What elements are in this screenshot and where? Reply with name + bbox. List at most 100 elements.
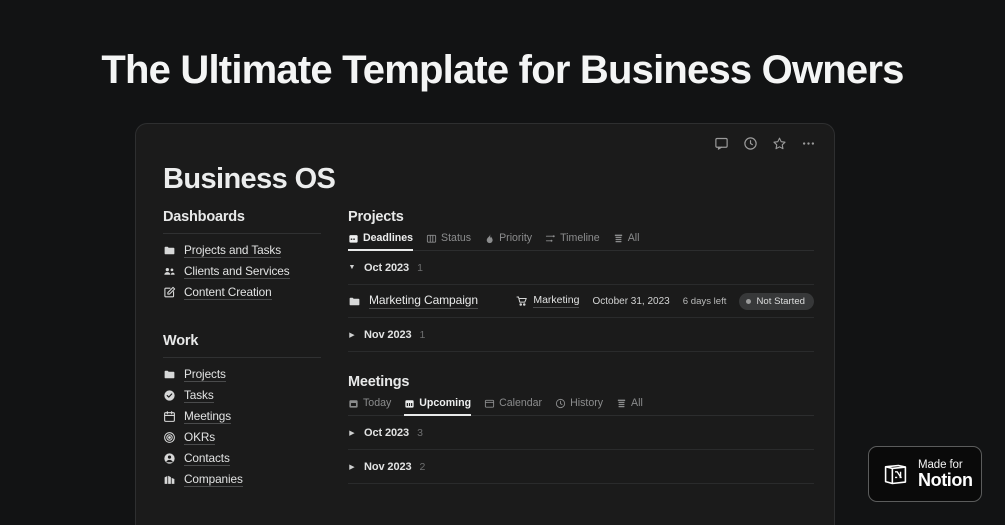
chevron-right-icon: ▶ — [349, 463, 355, 471]
meetings-view-tabs: Today Upcoming Calendar History All — [348, 397, 814, 416]
notion-window: Business OS Dashboards Projects and Task… — [135, 123, 835, 525]
group-label: Oct 2023 — [364, 426, 410, 439]
window-content: Dashboards Projects and Tasks Clients an… — [136, 209, 834, 506]
window-toolbar — [713, 135, 816, 151]
tab-label: Calendar — [499, 397, 543, 409]
sidebar-group-work: Work Projects Tasks Meetings OKRs Contac… — [163, 333, 336, 490]
timeline-icon — [545, 233, 556, 244]
sidebar-heading-dashboards: Dashboards — [163, 209, 245, 225]
sidebar-item-projects-and-tasks[interactable]: Projects and Tasks — [163, 240, 336, 261]
check-circle-icon — [163, 389, 176, 402]
folder-icon — [348, 295, 361, 308]
tab-timeline[interactable]: Timeline — [545, 232, 600, 251]
group-label: Nov 2023 — [364, 460, 412, 473]
tab-label: History — [570, 397, 604, 409]
project-name: Marketing Campaign — [369, 293, 478, 309]
notion-logo-icon — [882, 461, 909, 488]
sidebar-heading-work: Work — [163, 333, 199, 349]
meetings-title: Meetings — [348, 374, 410, 390]
badge-line-1: Made for — [918, 458, 963, 471]
list-icon — [616, 398, 627, 409]
tab-deadlines[interactable]: Deadlines — [348, 232, 414, 251]
sidebar-item-label: Projects — [184, 367, 226, 382]
sidebar-item-label: Content Creation — [184, 285, 272, 300]
building-icon — [163, 473, 176, 486]
sidebar-item-projects[interactable]: Projects — [163, 364, 336, 385]
folder-icon — [163, 244, 176, 257]
row-meta: Marketing October 31, 2023 6 days left N… — [515, 292, 814, 310]
group-label: Nov 2023 — [364, 328, 412, 341]
sidebar-item-label: Tasks — [184, 388, 214, 403]
status-label: Not Started — [756, 295, 805, 307]
comment-icon[interactable] — [713, 135, 729, 151]
projects-database: Projects Deadlines Status Priority Timel… — [348, 209, 814, 352]
more-options-icon[interactable] — [800, 135, 816, 151]
main-column: Projects Deadlines Status Priority Timel… — [348, 209, 834, 506]
group-count: 3 — [417, 426, 423, 439]
group-row-oct-2023[interactable]: ▼ Oct 2023 1 — [348, 251, 814, 285]
group-count: 1 — [419, 328, 426, 341]
pencil-square-icon — [163, 286, 176, 299]
tab-all[interactable]: All — [613, 232, 640, 251]
page-root: The Ultimate Template for Business Owner… — [0, 0, 1005, 525]
tab-label: Timeline — [560, 232, 600, 244]
people-icon — [163, 265, 176, 278]
group-count: 1 — [417, 261, 423, 274]
cart-icon — [515, 295, 528, 307]
tab-all[interactable]: All — [616, 397, 643, 416]
tab-status[interactable]: Status — [426, 232, 471, 251]
group-row-nov-2023[interactable]: ▶ Nov 2023 1 — [348, 318, 814, 352]
calendar-today-icon — [348, 398, 359, 409]
meetings-database: Meetings Today Upcoming Calendar History… — [348, 374, 814, 484]
tab-label: Today — [363, 397, 392, 409]
table-row[interactable]: Marketing Campaign Marketing October 31,… — [348, 285, 814, 318]
sidebar-item-okrs[interactable]: OKRs — [163, 427, 336, 448]
target-icon — [163, 431, 176, 444]
tab-calendar[interactable]: Calendar — [484, 397, 542, 416]
tab-today[interactable]: Today — [348, 397, 391, 416]
chevron-down-icon: ▼ — [348, 264, 356, 271]
sidebar-item-label: Companies — [184, 472, 243, 487]
chevron-right-icon: ▶ — [349, 331, 355, 339]
group-count: 2 — [419, 460, 426, 473]
page-headline: The Ultimate Template for Business Owner… — [101, 48, 904, 92]
sidebar-group-dashboards: Dashboards Projects and Tasks Clients an… — [163, 209, 336, 303]
project-days-left: 6 days left — [682, 295, 727, 307]
sidebar-divider — [163, 233, 321, 234]
tab-priority[interactable]: Priority — [484, 232, 532, 251]
sidebar-divider — [163, 357, 321, 358]
sidebar-item-tasks[interactable]: Tasks — [163, 385, 336, 406]
sidebar-item-label: OKRs — [184, 430, 216, 445]
tab-label: Priority — [499, 232, 533, 244]
history-clock-icon[interactable] — [742, 135, 758, 151]
badge-line-2: Notion — [918, 469, 973, 490]
projects-title: Projects — [348, 209, 404, 225]
tab-upcoming[interactable]: Upcoming — [404, 397, 472, 416]
sidebar: Dashboards Projects and Tasks Clients an… — [136, 209, 348, 506]
calendar-outline-icon — [484, 398, 495, 409]
board-icon — [426, 233, 437, 244]
sidebar-item-meetings[interactable]: Meetings — [163, 406, 336, 427]
sidebar-item-contacts[interactable]: Contacts — [163, 448, 336, 469]
sidebar-item-content-creation[interactable]: Content Creation — [163, 282, 336, 303]
projects-view-tabs: Deadlines Status Priority Timeline All — [348, 232, 814, 251]
sidebar-item-clients-and-services[interactable]: Clients and Services — [163, 261, 336, 282]
group-row-oct-2023[interactable]: ▶ Oct 2023 3 — [348, 416, 814, 450]
sidebar-item-label: Projects and Tasks — [184, 243, 281, 258]
made-for-notion-badge[interactable]: Made for Notion — [868, 446, 982, 502]
sidebar-item-companies[interactable]: Companies — [163, 469, 336, 490]
status-dot-icon — [746, 298, 752, 304]
tab-history[interactable]: History — [555, 397, 603, 416]
tab-label: All — [631, 397, 643, 409]
tab-label: Status — [441, 232, 472, 244]
group-row-nov-2023[interactable]: ▶ Nov 2023 2 — [348, 450, 814, 484]
page-title: Business OS — [163, 163, 336, 195]
tab-label: All — [627, 232, 640, 244]
flame-icon — [484, 233, 495, 244]
project-tag[interactable]: Marketing — [515, 294, 580, 308]
person-circle-icon — [163, 452, 176, 465]
tag-label: Marketing — [533, 294, 580, 308]
sidebar-item-label: Meetings — [184, 409, 232, 424]
status-badge[interactable]: Not Started — [739, 292, 814, 310]
star-icon[interactable] — [771, 135, 787, 151]
